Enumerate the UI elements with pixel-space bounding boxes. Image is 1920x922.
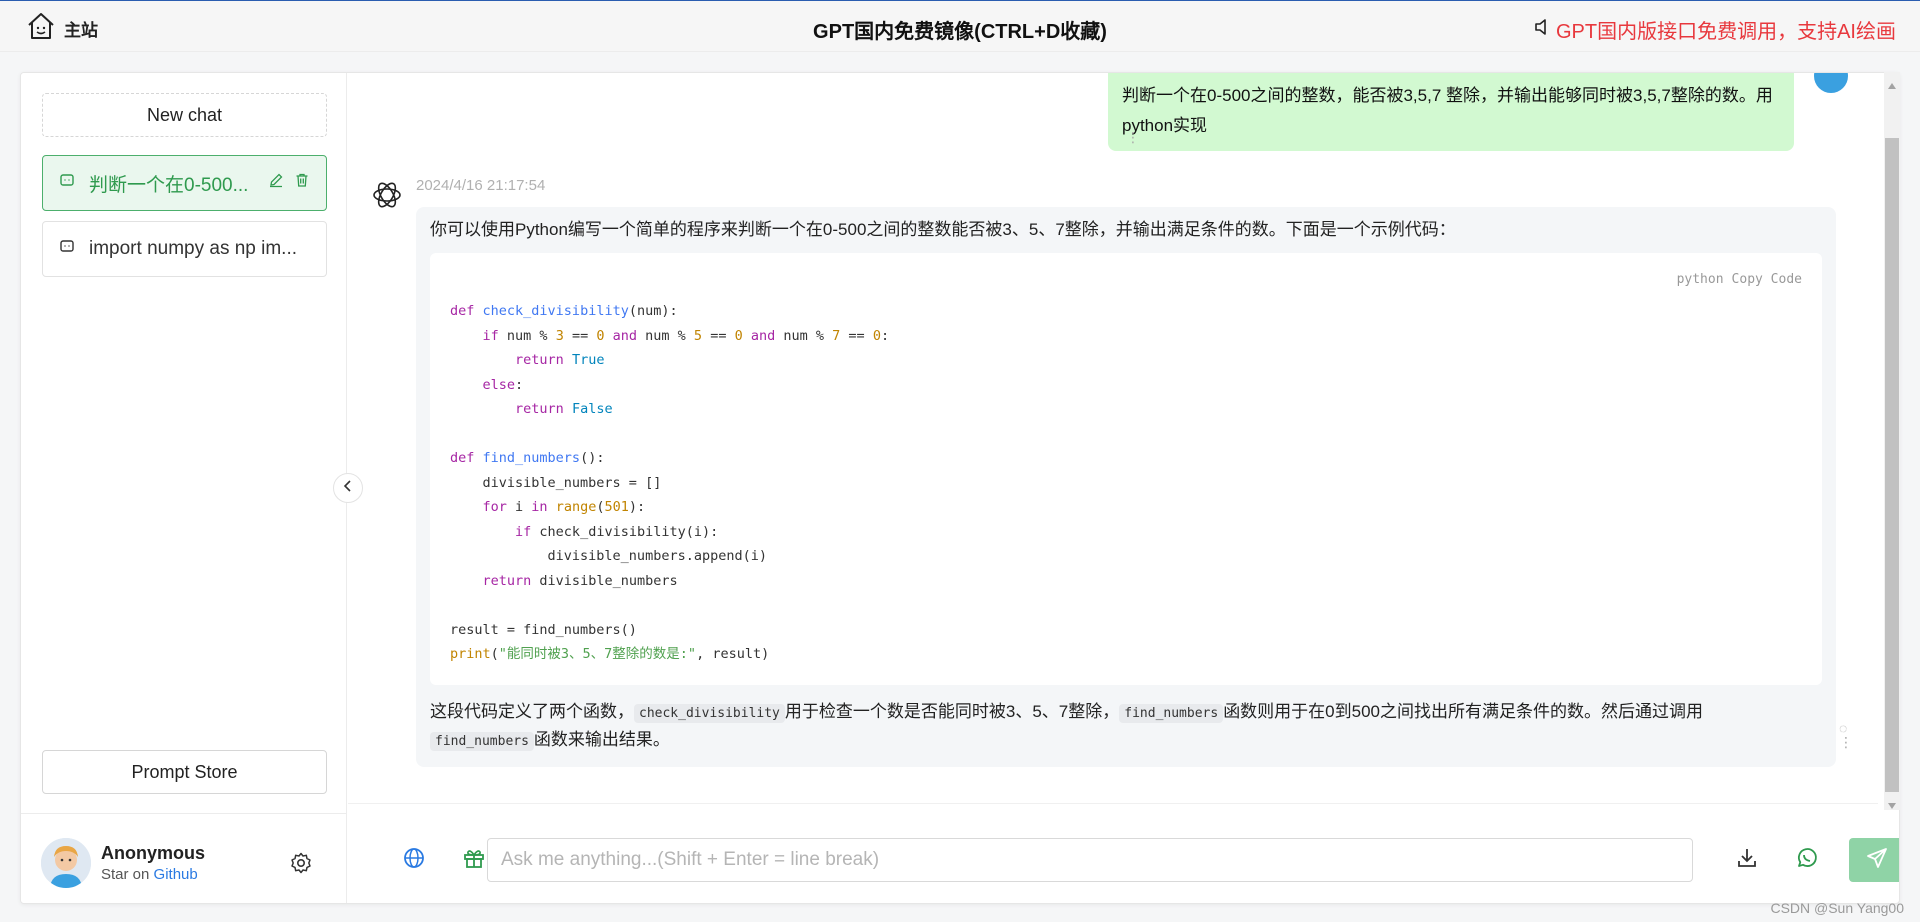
scroll-up-arrow-icon[interactable]: [1888, 76, 1896, 89]
delete-icon[interactable]: [294, 172, 310, 194]
edit-icon[interactable]: [268, 172, 284, 194]
main-panel: New chat 判断一个在0-500... import numpy as n…: [20, 72, 1900, 904]
notice-text: GPT国内版接口免费调用，支持AI绘画: [1555, 21, 1896, 43]
globe-icon[interactable]: [400, 844, 428, 872]
bot-message-more-icon[interactable]: ⋮: [1839, 734, 1853, 750]
notice-link[interactable]: GPT国内版接口免费调用，支持AI绘画: [1534, 15, 1896, 44]
star-github: Star on Github: [101, 866, 198, 883]
user-message-more-icon[interactable]: ⋮: [1126, 129, 1140, 146]
send-icon: [1866, 847, 1888, 874]
top-bar: 主站 GPT国内免费镜像(CTRL+D收藏) GPT国内版接口免费调用，支持AI…: [0, 0, 1920, 52]
watermark: CSDN @Sun Yang00: [1770, 900, 1904, 916]
bot-explanation: 这段代码定义了两个函数， check_divisibility 用于检查一个数是否能…: [430, 701, 1704, 751]
history-item-active[interactable]: 判断一个在0-500...: [42, 155, 327, 211]
bot-message-actions: ◌ ⋮: [1839, 721, 1853, 749]
bot-message: 你可以使用Python编写一个简单的程序来判断一个在0-500之间的整数能否被3…: [416, 207, 1836, 767]
download-icon[interactable]: [1733, 844, 1761, 872]
settings-gear-icon[interactable]: [289, 851, 313, 880]
scrollbar-thumb[interactable]: [1885, 138, 1899, 792]
collapse-sidebar-button[interactable]: [333, 473, 363, 503]
history-item-title: import numpy as np im...: [89, 238, 298, 259]
scroll-down-arrow-icon[interactable]: [1888, 796, 1896, 809]
gift-icon[interactable]: [460, 844, 488, 872]
message-timestamp: 2024/4/16 21:17:54: [416, 177, 546, 194]
home-label: 主站: [64, 21, 98, 40]
history-item[interactable]: import numpy as np im...: [42, 221, 327, 277]
history-item-title: 判断一个在0-500...: [89, 174, 249, 196]
home-icon: [26, 11, 56, 46]
chat-icon: [59, 238, 75, 260]
user-name: Anonymous: [101, 843, 206, 863]
user-avatar: [1814, 73, 1848, 93]
code-content: def check_divisibility(num): if num % 3 …: [450, 303, 890, 662]
chat-area: 判断一个在0-500之间的整数，能否被3,5,7 整除，并输出能够同时被3,5,…: [348, 73, 1878, 803]
prompt-store-button[interactable]: Prompt Store: [42, 750, 327, 794]
chat-icon: [59, 172, 75, 194]
copy-code-button[interactable]: Copy Code: [1732, 272, 1802, 287]
speaker-icon: [1534, 18, 1550, 42]
chevron-left-icon: [342, 479, 354, 498]
new-chat-button[interactable]: New chat: [42, 93, 327, 137]
openai-logo-icon: [369, 177, 405, 218]
home-link[interactable]: 主站: [26, 11, 98, 46]
code-language: python: [1676, 272, 1724, 287]
user-message: 判断一个在0-500之间的整数，能否被3,5,7 整除，并输出能够同时被3,5,…: [1108, 73, 1794, 151]
github-link[interactable]: Github: [154, 866, 198, 883]
send-button[interactable]: [1849, 838, 1899, 882]
bot-intro: 你可以使用Python编写一个简单的程序来判断一个在0-500之间的整数能否被3…: [430, 220, 1456, 239]
sidebar: New chat 判断一个在0-500... import numpy as n…: [21, 73, 347, 903]
whatsapp-icon[interactable]: [1793, 844, 1821, 872]
chat-input[interactable]: [487, 838, 1693, 882]
code-header: python Copy Code: [450, 267, 1802, 293]
code-block: python Copy Code def check_divisibility(n…: [430, 253, 1822, 685]
avatar[interactable]: [41, 838, 91, 888]
user-area: Anonymous Star on Github: [21, 813, 347, 903]
input-bar: [348, 803, 1899, 903]
